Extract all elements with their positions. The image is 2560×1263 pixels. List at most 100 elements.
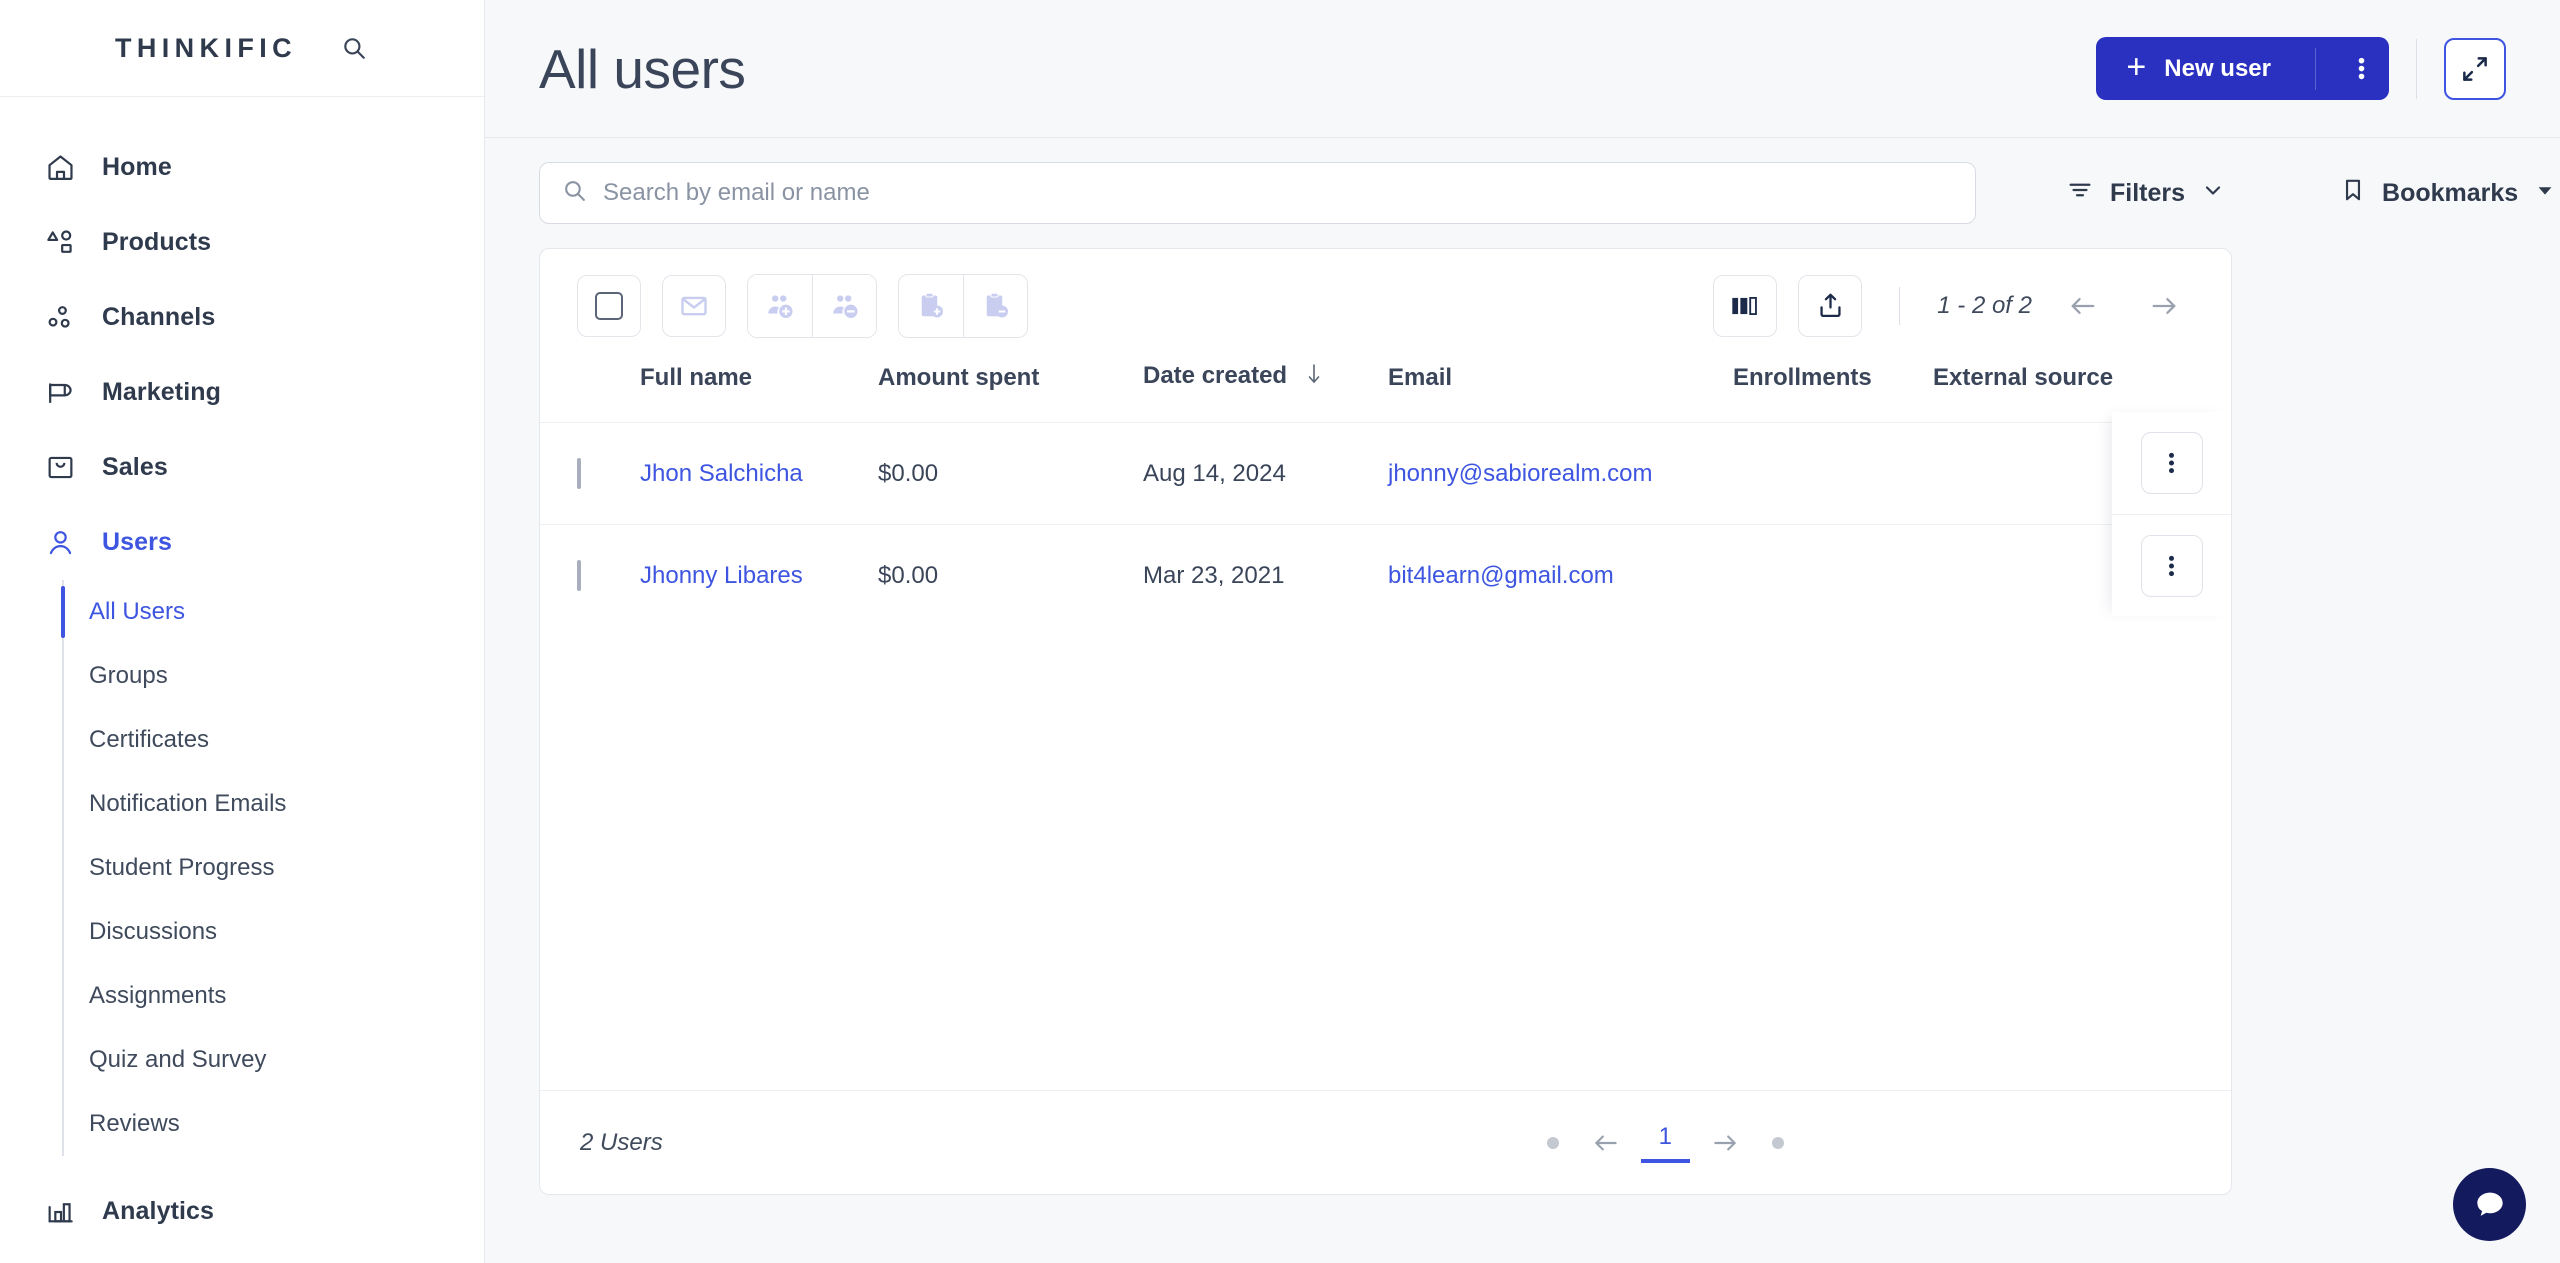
plus-icon: +: [2126, 48, 2147, 86]
pagination-next-button[interactable]: [1700, 1118, 1750, 1168]
user-icon: [44, 526, 77, 559]
th-email[interactable]: Email: [1388, 362, 1733, 423]
add-to-group-button[interactable]: [748, 274, 812, 337]
sidebar-item-sales[interactable]: Sales: [0, 430, 484, 505]
kebab-icon: [2169, 452, 2174, 474]
search-input[interactable]: [603, 179, 1953, 207]
subnav-label: Student Progress: [89, 854, 275, 881]
row-checkbox[interactable]: [577, 457, 581, 489]
sidebar: THINKIFIC Home Products Channels Marketi…: [0, 0, 485, 1263]
expand-button[interactable]: [2444, 37, 2506, 100]
enrollment-actions-group: [898, 273, 1028, 338]
remove-from-group-button[interactable]: [812, 274, 876, 337]
sidebar-item-products[interactable]: Products: [0, 205, 484, 280]
th-full-name[interactable]: Full name: [640, 362, 878, 423]
sidebar-subnav-users: All Users Groups Certificates Notificati…: [61, 580, 484, 1156]
export-icon: [1820, 293, 1841, 318]
sidebar-item-student-progress[interactable]: Student Progress: [64, 836, 484, 900]
th-amount-spent[interactable]: Amount spent: [878, 362, 1143, 423]
bar-chart-icon: [44, 1195, 77, 1228]
row-menu-button[interactable]: [2140, 432, 2203, 494]
filters-button[interactable]: Filters: [2056, 166, 2235, 220]
sidebar-item-assignments[interactable]: Assignments: [64, 964, 484, 1028]
th-date-created[interactable]: Date created: [1143, 362, 1388, 423]
amount-spent-cell: $0.00: [878, 459, 939, 487]
subnav-label: Groups: [89, 662, 168, 689]
th-enrollments[interactable]: Enrollments: [1733, 362, 1933, 423]
columns-button[interactable]: [1713, 274, 1778, 337]
arrow-down-icon: [1304, 363, 1324, 392]
sidebar-item-all-users[interactable]: All Users: [61, 580, 484, 644]
sidebar-item-label: Marketing: [102, 378, 221, 406]
clipboard-remove-icon: [986, 292, 1008, 317]
prev-page-button[interactable]: [2053, 279, 2113, 333]
user-count-label: 2 Users: [580, 1128, 663, 1156]
filters-label: Filters: [2110, 178, 2186, 207]
sidebar-item-home[interactable]: Home: [0, 130, 484, 205]
row-actions-cell: [2112, 412, 2231, 514]
search-toolbar: Filters Bookmarks: [485, 138, 2560, 248]
subnav-label: Notification Emails: [89, 790, 287, 817]
home-icon: [44, 151, 77, 184]
table-row[interactable]: Jhon Salchicha $0.00 Aug 14, 2024 jhonny…: [540, 422, 2231, 525]
table-empty-space: [540, 627, 2231, 1091]
sidebar-item-label: Home: [102, 153, 172, 181]
envelope-icon: [681, 296, 707, 315]
sidebar-item-label: Channels: [102, 303, 216, 331]
enroll-button[interactable]: [899, 274, 963, 337]
sidebar-item-label: Products: [102, 228, 212, 256]
user-name-link[interactable]: Jhonny Libares: [640, 562, 803, 589]
sidebar-item-quiz-and-survey[interactable]: Quiz and Survey: [64, 1028, 484, 1092]
sidebar-item-channels[interactable]: Channels: [0, 280, 484, 355]
pagination-prev-button[interactable]: [1581, 1118, 1631, 1168]
pagination-page-1[interactable]: 1: [1640, 1123, 1690, 1163]
sidebar-item-label: Sales: [102, 453, 168, 481]
sidebar-item-certificates[interactable]: Certificates: [64, 708, 484, 772]
user-name-link[interactable]: Jhon Salchicha: [640, 460, 803, 487]
filter-icon: [2066, 176, 2094, 211]
clipboard-add-icon: [921, 292, 943, 317]
row-checkbox[interactable]: [577, 559, 581, 591]
th-checkbox: [540, 362, 640, 423]
sidebar-item-reviews[interactable]: Reviews: [64, 1092, 484, 1156]
sidebar-item-marketing[interactable]: Marketing: [0, 355, 484, 430]
sidebar-item-notification-emails[interactable]: Notification Emails: [64, 772, 484, 836]
unenroll-button[interactable]: [963, 274, 1027, 337]
arrow-right-icon: [1714, 1134, 1736, 1150]
app-root: THINKIFIC Home Products Channels Marketi…: [0, 0, 2560, 1263]
arrow-left-icon: [2071, 297, 2095, 314]
table-view-controls: 1 - 2 of 2: [1713, 274, 2194, 337]
sidebar-item-groups[interactable]: Groups: [64, 644, 484, 708]
export-button[interactable]: [1798, 274, 1863, 337]
sidebar-item-users[interactable]: Users: [0, 505, 484, 580]
table-row[interactable]: Jhonny Libares $0.00 Mar 23, 2021 bit4le…: [540, 524, 2231, 627]
pagination-dot-right: [1772, 1136, 1784, 1149]
sidebar-item-analytics[interactable]: Analytics: [0, 1174, 484, 1249]
row-menu-button[interactable]: [2140, 534, 2203, 597]
row-checkbox-cell: [540, 525, 640, 627]
bag-icon: [44, 451, 77, 484]
sidebar-item-discussions[interactable]: Discussions: [64, 900, 484, 964]
users-table-card: 1 - 2 of 2 Full name Amount spent Date c…: [539, 248, 2232, 1195]
search-icon[interactable]: [339, 33, 369, 63]
sidebar-item-label: Analytics: [102, 1197, 215, 1225]
new-user-label: New user: [2164, 54, 2271, 82]
date-created-cell: Mar 23, 2021: [1143, 561, 1285, 589]
pagination: 1: [1525, 1118, 1806, 1168]
select-all-button[interactable]: [577, 274, 641, 337]
bookmarks-button[interactable]: Bookmarks: [2330, 166, 2560, 220]
next-page-button[interactable]: [2134, 279, 2194, 333]
search-box[interactable]: [539, 162, 1976, 224]
new-user-button[interactable]: + New user: [2096, 37, 2389, 100]
table-toolbar: 1 - 2 of 2: [540, 249, 2231, 362]
bulk-actions: [577, 273, 1028, 338]
new-user-kebab-icon[interactable]: [2334, 55, 2389, 82]
user-email-link[interactable]: bit4learn@gmail.com: [1388, 562, 1614, 589]
email-users-button[interactable]: [662, 274, 726, 337]
table-head: Full name Amount spent Date created Emai…: [540, 362, 2231, 423]
chat-widget-button[interactable]: [2453, 1168, 2526, 1241]
enrollments-cell: [1733, 423, 1933, 525]
page-header: All users + New user: [485, 0, 2560, 138]
amount-spent-cell: $0.00: [878, 561, 939, 589]
user-email-link[interactable]: jhonny@sabiorealm.com: [1388, 460, 1652, 487]
